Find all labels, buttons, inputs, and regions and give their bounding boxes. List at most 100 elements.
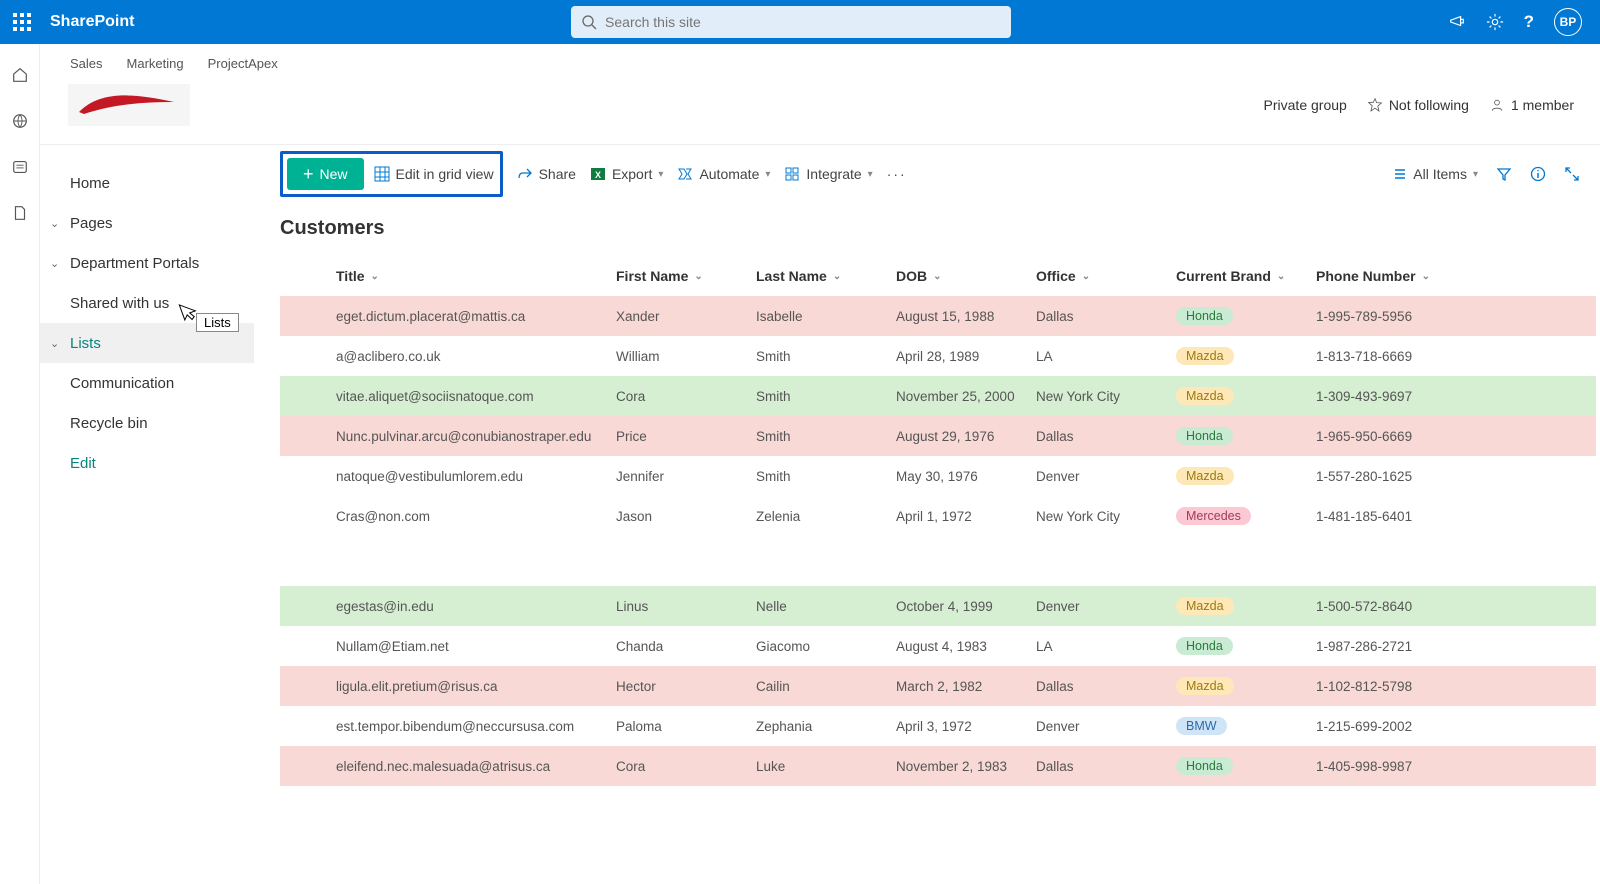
cell: August 4, 1983	[896, 639, 1036, 654]
user-avatar[interactable]: BP	[1554, 8, 1582, 36]
cell: 1-813-718-6669	[1316, 349, 1446, 364]
megaphone-icon[interactable]	[1448, 13, 1466, 31]
cell: Dallas	[1036, 429, 1176, 444]
chevron-down-icon: ⌄	[50, 257, 59, 270]
cell: Smith	[756, 429, 896, 444]
cell: Smith	[756, 389, 896, 404]
cell: Paloma	[616, 719, 756, 734]
nav-label: Recycle bin	[70, 415, 148, 432]
table-header: Title⌄First Name⌄Last Name⌄DOB⌄Office⌄Cu…	[280, 256, 1596, 296]
cell: Giacomo	[756, 639, 896, 654]
app-launcher[interactable]	[0, 0, 44, 44]
share-icon	[517, 166, 533, 182]
settings-icon[interactable]	[1486, 13, 1504, 31]
cell: Jennifer	[616, 469, 756, 484]
col-phone-number[interactable]: Phone Number⌄	[1316, 268, 1446, 284]
more-button[interactable]: ···	[887, 166, 907, 182]
table-row[interactable]: natoque@vestibulumlorem.eduJenniferSmith…	[280, 456, 1596, 496]
chevron-down-icon: ▾	[868, 169, 873, 180]
col-title[interactable]: Title⌄	[336, 268, 616, 284]
new-button[interactable]: + New	[287, 158, 364, 190]
home-icon[interactable]	[11, 66, 29, 84]
cell: est.tempor.bibendum@neccursusa.com	[336, 719, 616, 734]
cell: 1-557-280-1625	[1316, 469, 1446, 484]
cell: 1-481-185-6401	[1316, 509, 1446, 524]
brand-pill: Mazda	[1176, 597, 1234, 615]
cell: Honda	[1176, 757, 1316, 775]
chevron-down-icon: ⌄	[1082, 271, 1090, 282]
col-office[interactable]: Office⌄	[1036, 268, 1176, 284]
cell: LA	[1036, 349, 1176, 364]
table-row[interactable]: ligula.elit.pretium@risus.caHectorCailin…	[280, 666, 1596, 706]
search-input[interactable]	[605, 14, 1001, 30]
brand-pill: BMW	[1176, 717, 1227, 735]
table-row[interactable]: Nunc.pulvinar.arcu@conubianostraper.eduP…	[280, 416, 1596, 456]
nav-item-edit[interactable]: Edit	[40, 443, 254, 483]
cell: eget.dictum.placerat@mattis.ca	[336, 309, 616, 324]
cell: a@aclibero.co.uk	[336, 349, 616, 364]
cell: Honda	[1176, 427, 1316, 445]
table-row[interactable]: Nullam@Etiam.netChandaGiacomoAugust 4, 1…	[280, 626, 1596, 666]
list-table: Title⌄First Name⌄Last Name⌄DOB⌄Office⌄Cu…	[280, 256, 1600, 884]
cell: April 1, 1972	[896, 509, 1036, 524]
hub-tab[interactable]: Marketing	[127, 56, 184, 71]
app-rail	[0, 44, 40, 884]
col-dob[interactable]: DOB⌄	[896, 268, 1036, 284]
cell: ligula.elit.pretium@risus.ca	[336, 679, 616, 694]
globe-icon[interactable]	[11, 112, 29, 130]
table-row[interactable]: eget.dictum.placerat@mattis.caXanderIsab…	[280, 296, 1596, 336]
col-label: Last Name	[756, 268, 827, 284]
table-row[interactable]: Cras@non.comJasonZeleniaApril 1, 1972New…	[280, 496, 1596, 536]
cell: Linus	[616, 599, 756, 614]
chevron-down-icon: ⌄	[1277, 271, 1285, 282]
site-logo[interactable]	[68, 84, 190, 126]
table-row[interactable]: a@aclibero.co.ukWilliamSmithApril 28, 19…	[280, 336, 1596, 376]
nav-item-pages[interactable]: ⌄Pages	[40, 203, 254, 243]
edit-grid-button[interactable]: Edit in grid view	[374, 166, 494, 182]
expand-icon[interactable]	[1564, 166, 1580, 182]
follow-toggle[interactable]: Not following	[1367, 97, 1469, 113]
news-icon[interactable]	[11, 158, 29, 176]
hub-nav: Sales Marketing ProjectApex	[40, 50, 1600, 76]
cell: 1-309-493-9697	[1316, 389, 1446, 404]
cell: April 28, 1989	[896, 349, 1036, 364]
col-label: DOB	[896, 268, 927, 284]
cell: March 2, 1982	[896, 679, 1036, 694]
nav-item-recycle-bin[interactable]: Recycle bin	[40, 403, 254, 443]
cell: Nelle	[756, 599, 896, 614]
chevron-down-icon: ⌄	[371, 271, 379, 282]
cell: August 29, 1976	[896, 429, 1036, 444]
chevron-down-icon: ⌄	[1422, 271, 1430, 282]
table-row[interactable]: egestas@in.eduLinusNelleOctober 4, 1999D…	[280, 586, 1596, 626]
table-row[interactable]: eleifend.nec.malesuada@atrisus.caCoraLuk…	[280, 746, 1596, 786]
search-box[interactable]	[571, 6, 1011, 38]
col-last-name[interactable]: Last Name⌄	[756, 268, 896, 284]
list-title: Customers	[280, 217, 1600, 240]
new-label: New	[320, 166, 348, 182]
col-current-brand[interactable]: Current Brand⌄	[1176, 268, 1316, 284]
view-label: All Items	[1413, 166, 1467, 182]
share-button[interactable]: Share	[517, 166, 576, 182]
nav-item-home[interactable]: Home	[40, 163, 254, 203]
filter-icon[interactable]	[1496, 166, 1512, 182]
integrate-button[interactable]: Integrate ▾	[784, 166, 872, 182]
cell: Honda	[1176, 637, 1316, 655]
cell: Mazda	[1176, 677, 1316, 695]
view-selector[interactable]: All Items ▾	[1393, 166, 1478, 182]
cell: Denver	[1036, 469, 1176, 484]
members-link[interactable]: 1 member	[1489, 97, 1574, 113]
cell: Nunc.pulvinar.arcu@conubianostraper.edu	[336, 429, 616, 444]
export-button[interactable]: X Export ▾	[590, 166, 664, 182]
info-icon[interactable]	[1530, 166, 1546, 182]
hub-tab[interactable]: ProjectApex	[208, 56, 278, 71]
hub-tab[interactable]: Sales	[70, 56, 103, 71]
files-icon[interactable]	[11, 204, 29, 222]
table-row[interactable]: vitae.aliquet@sociisnatoque.comCoraSmith…	[280, 376, 1596, 416]
cell: 1-102-812-5798	[1316, 679, 1446, 694]
help-icon[interactable]: ?	[1524, 12, 1534, 32]
nav-item-department-portals[interactable]: ⌄Department Portals	[40, 243, 254, 283]
automate-button[interactable]: Automate ▾	[677, 166, 770, 182]
nav-item-communication[interactable]: Communication	[40, 363, 254, 403]
col-first-name[interactable]: First Name⌄	[616, 268, 756, 284]
table-row[interactable]: est.tempor.bibendum@neccursusa.comPaloma…	[280, 706, 1596, 746]
